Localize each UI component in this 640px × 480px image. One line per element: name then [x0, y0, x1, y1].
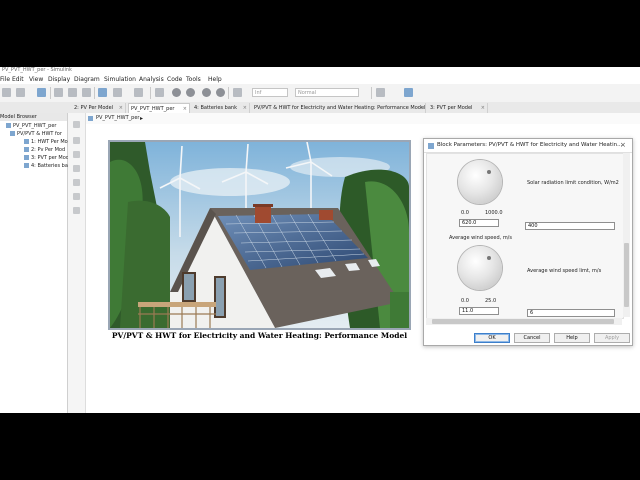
model-icon — [6, 123, 11, 128]
arrow-icon[interactable] — [73, 165, 80, 172]
stop-icon[interactable] — [216, 88, 225, 97]
menu-code[interactable]: Code — [167, 76, 182, 83]
tree-item-pvt[interactable]: 3: PVT per Mod — [24, 155, 69, 162]
up-icon[interactable] — [82, 88, 91, 97]
pause-icon[interactable] — [202, 88, 211, 97]
menu-file[interactable]: File — [0, 76, 10, 83]
horizontal-scrollbar[interactable] — [426, 318, 622, 325]
subsystem-icon — [24, 163, 29, 168]
menu-display[interactable]: Display — [48, 76, 70, 83]
run-icon[interactable] — [172, 88, 181, 97]
cancel-button[interactable]: Cancel — [514, 333, 550, 343]
canvas-caption: PV/PVT & HWT for Electricity and Water H… — [111, 331, 408, 340]
menu-tools[interactable]: Tools — [186, 76, 201, 83]
save-icon[interactable] — [37, 88, 46, 97]
model-icon — [88, 116, 93, 121]
tree-item-performance[interactable]: PV/PVT & HWT for — [10, 131, 62, 138]
library-browser-icon[interactable] — [98, 88, 107, 97]
house-solar-image — [108, 140, 411, 330]
stop-time-field[interactable]: Inf — [252, 88, 288, 97]
close-icon[interactable]: × — [620, 139, 626, 152]
breadcrumb-path[interactable]: PV_PVT_HWT_per — [96, 113, 140, 124]
annotation-icon[interactable] — [73, 179, 80, 186]
step-forward-icon[interactable] — [186, 88, 195, 97]
image-icon[interactable] — [73, 193, 80, 200]
subsystem-icon — [10, 131, 15, 136]
new-model-icon[interactable] — [2, 88, 11, 97]
tab-pv-pvt-hwt-per[interactable]: PV_PVT_HWT_per × — [128, 103, 190, 113]
window-title-bar: PV_PVT_HWT_per - Simulink — [0, 67, 640, 75]
wind-speed-label: Average wind speed, m/s — [449, 235, 512, 241]
tab-performance-model[interactable]: PV/PVT & HWT for Electricity and Water H… — [252, 103, 426, 113]
tab-batteries-bank[interactable]: 4: Batteries bank × — [192, 103, 250, 113]
knob-indicator — [487, 170, 491, 174]
wind-limit-field[interactable]: 6 — [527, 309, 615, 317]
tree-item-root[interactable]: PV_PVT_HWT_per — [6, 123, 57, 130]
tree-item-pv[interactable]: 2: Pv Per Mod — [24, 147, 65, 154]
menu-bar: File Edit View Display Diagram Simulatio… — [0, 75, 640, 84]
record-icon[interactable] — [233, 88, 242, 97]
tree-item-batteries[interactable]: 4: Batteries ba — [24, 163, 68, 170]
wind-limit-label: Average wind speed limt, m/s — [527, 268, 602, 274]
knob2-min: 0.0 — [461, 298, 469, 304]
model-config-icon[interactable] — [113, 88, 122, 97]
palette-strip — [68, 113, 86, 413]
menu-view[interactable]: View — [29, 76, 43, 83]
build-icon[interactable] — [376, 88, 385, 97]
dialog-title: Block Parameters: PV/PVT & HWT for Elect… — [437, 142, 623, 148]
menu-help[interactable]: Help — [208, 76, 222, 83]
knob1-max: 1000.0 — [485, 210, 503, 216]
wind-speed-knob[interactable] — [458, 246, 502, 290]
tab-pvt-per-model[interactable]: 3: PVT per Model × — [428, 103, 488, 113]
fit-view-icon[interactable] — [73, 151, 80, 158]
collapse-icon[interactable] — [73, 121, 80, 128]
solar-limit-field[interactable]: 400 — [525, 222, 615, 230]
close-icon[interactable]: × — [243, 103, 247, 113]
chevron-right-icon[interactable]: ▸ — [140, 113, 143, 124]
dialog-body: 0.0 1000.0 620.0 Solar radiation limit c… — [426, 153, 624, 319]
close-icon[interactable]: × — [419, 103, 423, 113]
area-icon[interactable] — [73, 207, 80, 214]
knob-indicator — [487, 256, 491, 260]
close-icon[interactable]: × — [119, 103, 123, 113]
solar-radiation-knob[interactable] — [458, 160, 502, 204]
solar-limit-label: Solar radiation limit condition, W/m2 — [527, 180, 619, 186]
subsystem-icon — [24, 155, 29, 160]
menu-edit[interactable]: Edit — [12, 76, 24, 83]
dialog-title-bar: Block Parameters: PV/PVT & HWT for Elect… — [424, 139, 632, 153]
step-back-icon[interactable] — [155, 88, 164, 97]
ok-button[interactable]: OK — [474, 333, 510, 343]
forward-icon[interactable] — [68, 88, 77, 97]
advisor-icon[interactable] — [404, 88, 413, 97]
knob2-max: 25.0 — [485, 298, 497, 304]
block-icon — [428, 143, 434, 149]
menu-simulation[interactable]: Simulation — [104, 76, 136, 83]
menu-analysis[interactable]: Analysis — [139, 76, 164, 83]
scroll-thumb[interactable] — [432, 319, 614, 324]
subsystem-icon — [24, 147, 29, 152]
vertical-scrollbar[interactable] — [623, 153, 630, 317]
close-icon[interactable]: × — [481, 103, 485, 113]
explorer-icon[interactable] — [134, 88, 143, 97]
tree-item-hwt[interactable]: 1: HWT Per Mo — [24, 139, 68, 146]
knob2-value-field[interactable]: 11.0 — [459, 307, 499, 315]
zoom-icon[interactable] — [73, 137, 80, 144]
simulation-mode-select[interactable]: Normal — [295, 88, 359, 97]
model-browser-header: Model Browser — [0, 113, 67, 121]
toolbar: Inf Normal — [0, 84, 640, 103]
apply-button[interactable]: Apply — [594, 333, 630, 343]
scroll-thumb[interactable] — [624, 243, 629, 307]
back-icon[interactable] — [54, 88, 63, 97]
subsystem-icon — [24, 139, 29, 144]
menu-diagram[interactable]: Diagram — [74, 76, 100, 83]
model-browser: Model Browser PV_PVT_HWT_per PV/PVT & HW… — [0, 113, 69, 413]
tab-pv-per-model[interactable]: 2: PV Per Model × — [72, 103, 126, 113]
open-model-icon[interactable] — [16, 88, 25, 97]
knob1-min: 0.0 — [461, 210, 469, 216]
window-title: PV_PVT_HWT_per - Simulink — [2, 67, 72, 73]
block-parameters-dialog: Block Parameters: PV/PVT & HWT for Elect… — [423, 138, 633, 346]
knob1-value-field[interactable]: 620.0 — [459, 219, 499, 227]
help-button[interactable]: Help — [554, 333, 590, 343]
